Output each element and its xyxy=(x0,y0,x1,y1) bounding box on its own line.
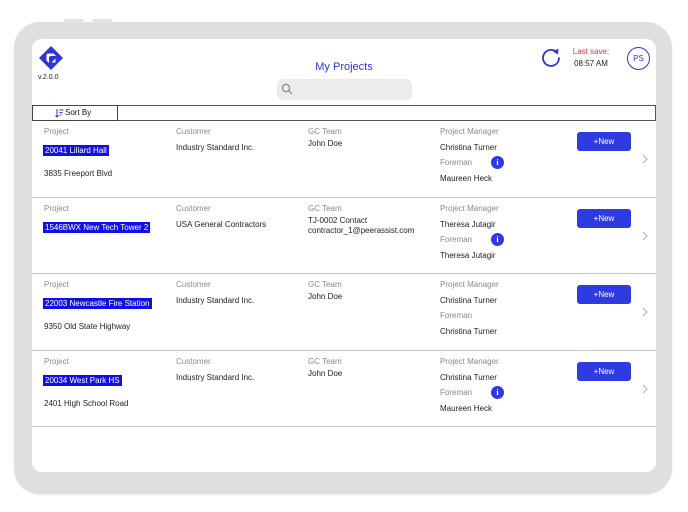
project-name[interactable]: 20034 West Park HS xyxy=(43,374,122,386)
gc-team-value: John Doe xyxy=(308,368,343,378)
project-manager-value: Christina Turner xyxy=(440,372,497,382)
info-icon[interactable]: i xyxy=(491,232,504,246)
project-manager-label: Project Manager xyxy=(440,203,499,213)
project-manager-label: Project Manager xyxy=(440,127,499,136)
foreman-value: Maureen Heck xyxy=(440,174,493,183)
gc-team-value: John Doe xyxy=(308,139,343,148)
gc-team-value: TJ-0002 Contact xyxy=(308,215,368,225)
gc-team-label: GC Team xyxy=(308,356,342,366)
sort-by-label: Sort By xyxy=(65,108,92,117)
customer-value: Industry Standard Inc. xyxy=(176,372,255,382)
customer-label: Customer xyxy=(176,280,211,289)
project-name[interactable]: 22003 Newcastle Fire Station xyxy=(43,298,152,309)
project-row[interactable]: Project 20034 West Park HS 2401 High Sch… xyxy=(32,351,656,427)
new-button[interactable]: +New xyxy=(577,132,631,151)
foreman-value: Maureen Heck xyxy=(440,403,493,413)
foreman-value: Theresa Jutagir xyxy=(440,250,496,260)
search-icon xyxy=(281,83,293,95)
project-label: Project xyxy=(44,280,69,289)
chevron-right-icon[interactable] xyxy=(642,384,648,394)
project-row[interactable]: Project 22003 Newcastle Fire Station 935… xyxy=(32,274,656,351)
tablet-button xyxy=(64,19,84,23)
refresh-icon[interactable] xyxy=(539,46,563,70)
project-label: Project xyxy=(44,356,69,366)
foreman-label: Foreman xyxy=(440,387,473,397)
project-address: 3835 Freeport Blvd xyxy=(44,169,113,178)
project-manager-label: Project Manager xyxy=(440,356,499,366)
new-button[interactable]: +New xyxy=(577,285,631,304)
info-icon[interactable]: i xyxy=(491,385,504,399)
customer-value: Industry Standard Inc. xyxy=(176,143,255,152)
project-manager-value: Christina Turner xyxy=(440,296,497,305)
app-screen: v.2.0.0 My Projects Last save: 08:57 AM … xyxy=(32,39,656,472)
search-input[interactable] xyxy=(277,79,412,100)
project-manager-value: Christina Turner xyxy=(440,143,497,152)
tablet-button xyxy=(92,19,112,23)
last-save-label: Last save: xyxy=(572,47,610,56)
new-button[interactable]: +New xyxy=(577,208,631,228)
app-version: v.2.0.0 xyxy=(38,74,59,81)
info-icon[interactable]: i xyxy=(491,156,504,169)
foreman-label: Foreman xyxy=(440,158,473,167)
customer-value: USA General Contractors xyxy=(176,219,267,229)
sort-icon xyxy=(55,109,64,118)
foreman-label: Foreman xyxy=(440,234,473,244)
project-name[interactable]: 20041 Lillard Hall xyxy=(43,145,109,156)
project-address: 2401 High School Road xyxy=(44,398,129,408)
sort-by-button[interactable]: Sort By xyxy=(32,105,118,121)
project-row[interactable]: Project 20041 Lillard Hall 3835 Freeport… xyxy=(32,121,656,198)
gc-team-label: GC Team xyxy=(308,203,342,213)
gc-team-email: contractor_1@peerassist.com xyxy=(308,225,415,235)
sort-toolbar xyxy=(32,105,656,121)
chevron-right-icon[interactable] xyxy=(642,231,648,241)
user-avatar[interactable]: PS xyxy=(627,47,650,70)
chevron-right-icon[interactable] xyxy=(642,307,648,317)
customer-value: Industry Standard Inc. xyxy=(176,296,255,305)
chevron-right-icon[interactable] xyxy=(642,154,648,164)
project-address: 9350 Old State Highway xyxy=(44,322,131,331)
project-row[interactable]: Project 1546BWX New Tech Tower 2 Custome… xyxy=(32,198,656,274)
project-list: Project 20041 Lillard Hall 3835 Freeport… xyxy=(32,121,656,427)
project-manager-label: Project Manager xyxy=(440,280,499,289)
customer-label: Customer xyxy=(176,203,211,213)
project-manager-value: Theresa Jutagir xyxy=(440,219,496,229)
new-button[interactable]: +New xyxy=(577,361,631,381)
last-save-time: 08:57 AM xyxy=(574,59,608,68)
customer-label: Customer xyxy=(176,127,211,136)
gc-team-label: GC Team xyxy=(308,280,342,289)
foreman-label: Foreman xyxy=(440,311,473,320)
project-name[interactable]: 1546BWX New Tech Tower 2 xyxy=(43,221,151,233)
project-label: Project xyxy=(44,203,69,213)
gc-team-label: GC Team xyxy=(308,127,342,136)
customer-label: Customer xyxy=(176,356,211,366)
foreman-value: Christina Turner xyxy=(440,327,497,336)
gc-team-value: John Doe xyxy=(308,292,343,301)
project-label: Project xyxy=(44,127,69,136)
